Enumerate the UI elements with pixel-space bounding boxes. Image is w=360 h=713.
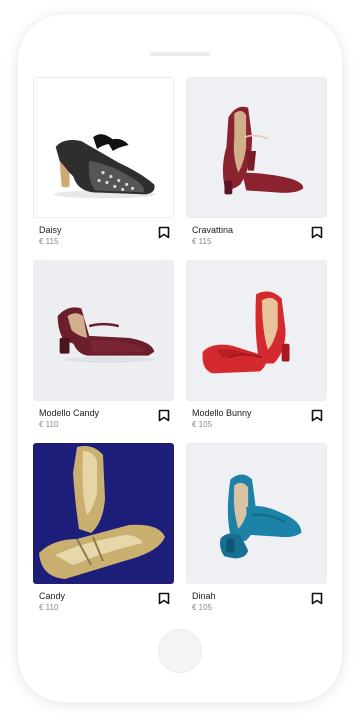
product-price: € 110 [39, 420, 59, 429]
home-button[interactable] [158, 629, 202, 673]
product-card[interactable]: Candy € 110 [33, 443, 174, 618]
product-price: € 115 [192, 237, 212, 246]
bookmark-icon[interactable] [311, 226, 323, 239]
bookmark-icon[interactable] [158, 226, 170, 239]
product-image[interactable] [33, 443, 174, 584]
product-card[interactable]: Modello Candy € 110 [33, 260, 174, 435]
product-price: € 115 [39, 237, 59, 246]
product-name[interactable]: Candy [39, 591, 65, 601]
product-image[interactable] [186, 260, 327, 401]
product-name[interactable]: Dinah [192, 591, 216, 601]
product-image[interactable] [186, 443, 327, 584]
product-card[interactable]: Cravattina € 115 [186, 77, 327, 252]
product-price: € 105 [192, 420, 213, 429]
product-image[interactable] [33, 77, 174, 218]
product-card[interactable]: Daisy € 115 [33, 77, 174, 252]
bookmark-icon[interactable] [158, 592, 170, 605]
product-name[interactable]: Cravattina [192, 225, 233, 235]
product-name[interactable]: Modello Candy [39, 408, 99, 418]
bookmark-icon[interactable] [311, 592, 323, 605]
product-image[interactable] [33, 260, 174, 401]
bookmark-icon[interactable] [311, 409, 323, 422]
product-name[interactable]: Modello Bunny [192, 408, 252, 418]
product-price: € 105 [192, 603, 213, 612]
product-name[interactable]: Daisy [39, 225, 62, 235]
product-card[interactable]: Dinah € 105 [186, 443, 327, 618]
product-price: € 110 [39, 603, 59, 612]
phone-speaker [150, 52, 210, 56]
product-card[interactable]: Modello Bunny € 105 [186, 260, 327, 435]
product-image[interactable] [186, 77, 327, 218]
bookmark-icon[interactable] [158, 409, 170, 422]
